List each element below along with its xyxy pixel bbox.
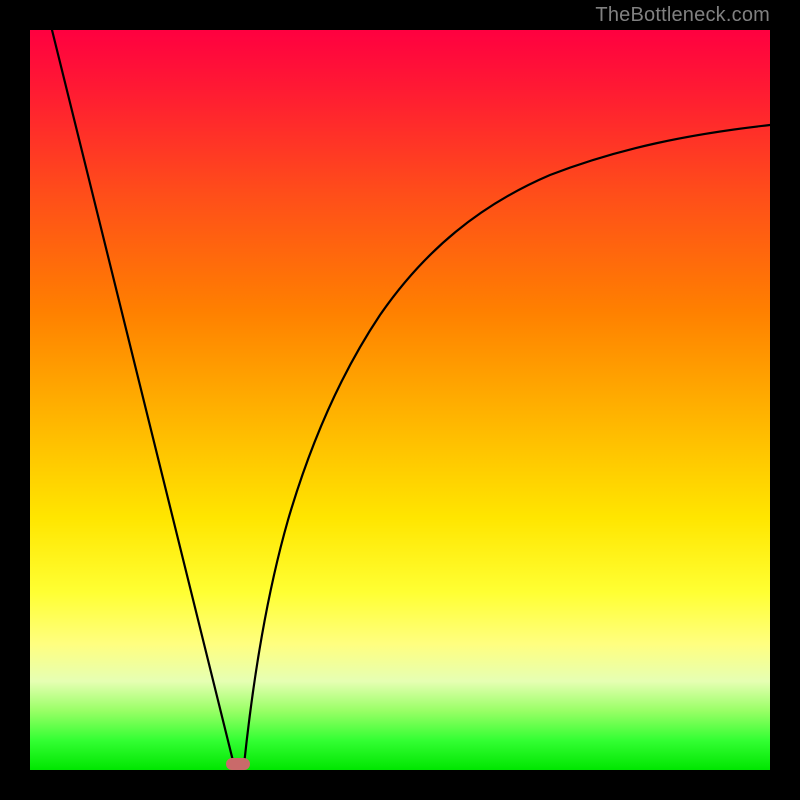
plot-area	[30, 30, 770, 770]
curve-right	[244, 125, 770, 765]
curve-left	[52, 30, 234, 765]
watermark-text: TheBottleneck.com	[595, 4, 770, 27]
optimal-marker	[226, 758, 250, 770]
chart-frame: TheBottleneck.com	[0, 0, 800, 800]
curve-layer	[30, 30, 770, 770]
